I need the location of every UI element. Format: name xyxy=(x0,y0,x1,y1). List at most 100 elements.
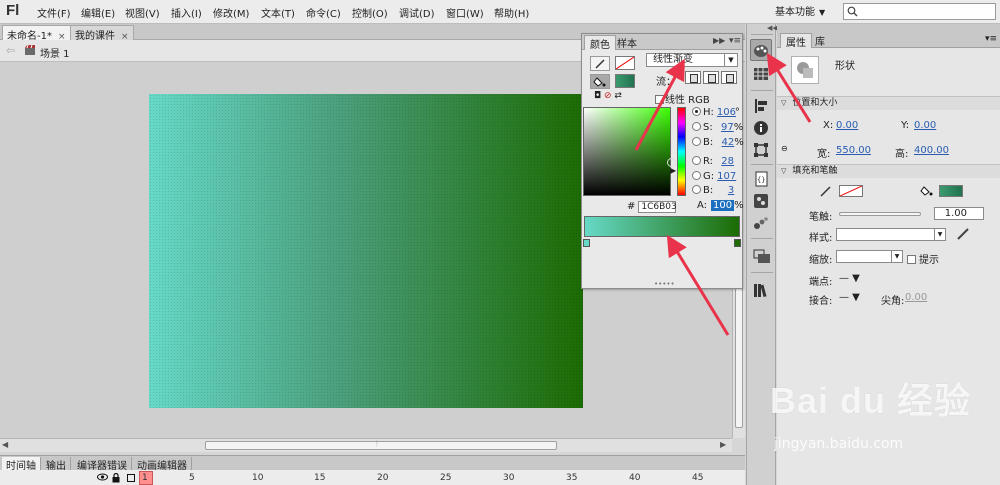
tab-output[interactable]: 输出 xyxy=(42,457,71,472)
playhead[interactable]: 1 xyxy=(139,471,153,485)
stroke-color-swatch[interactable] xyxy=(615,56,635,70)
link-dimensions-icon[interactable]: ⊖ xyxy=(781,144,788,153)
linear-rgb-checkbox[interactable]: 线性 RGB xyxy=(655,91,710,106)
library-panel-button[interactable] xyxy=(753,282,769,298)
tab-library[interactable]: 库 xyxy=(810,33,830,48)
stroke-color-tool[interactable] xyxy=(590,56,610,71)
black-white-icon[interactable]: ◘ xyxy=(594,91,601,101)
x-value[interactable]: 0.00 xyxy=(836,120,858,131)
fill-type-dropdown[interactable]: 线性渐变 ▼ xyxy=(646,53,738,67)
menu-file[interactable]: 文件(F) xyxy=(37,5,71,20)
workspace-switcher[interactable]: 基本功能 ▼ xyxy=(775,3,825,18)
motion-presets-button[interactable] xyxy=(753,215,769,231)
fill-color-tool[interactable] xyxy=(590,74,610,89)
timeline-ruler[interactable]: 1 5 10 15 20 25 30 35 40 45 xyxy=(0,470,745,485)
panel-menu-icon[interactable]: ▾≡ xyxy=(985,34,997,44)
flow-extend-button[interactable] xyxy=(685,71,701,84)
red-row[interactable]: R: 28 xyxy=(692,156,734,167)
panel-menu-icon[interactable]: ▾≡ xyxy=(729,36,741,46)
tab-properties[interactable]: 属性 xyxy=(780,33,812,49)
swatches-panel-button[interactable] xyxy=(753,66,769,82)
alpha-value[interactable]: 100 xyxy=(711,200,735,211)
height-value[interactable]: 400.00 xyxy=(914,145,949,156)
radio-icon[interactable] xyxy=(692,156,701,165)
menu-commands[interactable]: 命令(C) xyxy=(306,5,341,20)
horizontal-scroll-thumb[interactable]: ⦙ xyxy=(205,439,557,450)
collapse-icon[interactable]: ▶▶ xyxy=(713,36,725,45)
menu-text[interactable]: 文本(T) xyxy=(261,5,295,20)
menu-debug[interactable]: 调试(D) xyxy=(399,5,435,20)
menu-edit[interactable]: 编辑(E) xyxy=(81,5,115,20)
hue-slider-arrow-icon[interactable]: ▶ xyxy=(670,166,676,175)
scene-panel-button[interactable] xyxy=(753,248,770,264)
gradient-stop-right[interactable] xyxy=(734,239,741,247)
flow-repeat-button[interactable] xyxy=(721,71,737,84)
lock-icon[interactable] xyxy=(112,473,120,483)
hue-row[interactable]: H: 106° xyxy=(692,107,740,118)
menu-view[interactable]: 视图(V) xyxy=(125,5,160,20)
radio-icon[interactable] xyxy=(692,185,701,194)
edit-stroke-style-icon[interactable] xyxy=(956,227,970,241)
menu-insert[interactable]: 插入(I) xyxy=(171,5,202,20)
transform-panel-button[interactable] xyxy=(753,142,769,158)
scroll-right-icon[interactable]: ▶ xyxy=(720,440,726,449)
section-fill-stroke[interactable]: ▽ 填充和笔触 xyxy=(777,164,1000,178)
stroke-color-swatch[interactable] xyxy=(839,185,863,197)
help-search[interactable] xyxy=(843,3,996,20)
eye-icon[interactable] xyxy=(97,473,108,481)
tab-swatches[interactable]: 样本 xyxy=(612,35,642,50)
color-spectrum-picker[interactable] xyxy=(583,107,676,196)
saturation-value[interactable]: 97 xyxy=(716,122,734,133)
radio-icon[interactable] xyxy=(692,107,701,116)
no-color-icon[interactable]: ⊘ xyxy=(604,91,612,101)
gradient-stop-left[interactable] xyxy=(583,239,590,247)
menu-help[interactable]: 帮助(H) xyxy=(494,5,529,20)
horizontal-scrollbar[interactable]: ◀ ⦙ ▶ xyxy=(0,438,732,452)
back-arrow-icon[interactable]: ⇦ xyxy=(6,44,15,57)
radio-icon[interactable] xyxy=(692,171,701,180)
gradient-definition-bar[interactable] xyxy=(584,216,740,237)
tab-compiler-errors[interactable]: 编译器错误 xyxy=(73,457,132,472)
hint-checkbox[interactable]: 提示 xyxy=(907,251,939,266)
scene-label[interactable]: 场景 1 xyxy=(40,45,70,60)
menu-modify[interactable]: 修改(M) xyxy=(213,5,249,20)
hue-value[interactable]: 106 xyxy=(717,107,736,118)
resize-grip-icon[interactable]: ••••• xyxy=(654,280,675,288)
menu-window[interactable]: 窗口(W) xyxy=(446,5,484,20)
blue-value[interactable]: 3 xyxy=(716,185,734,196)
section-position-size[interactable]: ▽ 位置和大小 xyxy=(777,96,1000,110)
radio-icon[interactable] xyxy=(692,137,701,146)
components-panel-button[interactable] xyxy=(753,193,769,209)
brightness-row[interactable]: B: 42% xyxy=(692,137,744,148)
radio-icon[interactable] xyxy=(692,122,701,131)
brightness-value[interactable]: 42 xyxy=(716,137,735,148)
swap-colors-icon[interactable]: ⇄ xyxy=(614,91,622,101)
code-snippets-button[interactable]: {} xyxy=(753,171,769,187)
search-input[interactable] xyxy=(860,5,993,18)
outline-toggle-icon[interactable] xyxy=(127,474,135,482)
scale-dropdown[interactable]: ▼ xyxy=(836,250,903,263)
green-row[interactable]: G: 107 xyxy=(692,171,736,182)
green-value[interactable]: 107 xyxy=(717,171,736,182)
tab-timeline[interactable]: 时间轴 xyxy=(2,457,41,472)
stroke-width-slider[interactable] xyxy=(839,212,921,216)
hex-input[interactable]: 1C6B03 xyxy=(638,201,677,213)
fill-color-swatch[interactable] xyxy=(615,74,635,88)
fill-color-swatch[interactable] xyxy=(939,185,963,197)
menu-control[interactable]: 控制(O) xyxy=(352,5,388,20)
join-style-dropdown[interactable]: — ▼ xyxy=(839,292,860,303)
width-value[interactable]: 550.00 xyxy=(836,145,871,156)
red-value[interactable]: 28 xyxy=(716,156,734,167)
stroke-width-input[interactable]: 1.00 xyxy=(934,207,984,220)
miter-value[interactable]: 0.00 xyxy=(905,292,927,303)
scroll-left-icon[interactable]: ◀ xyxy=(2,440,8,449)
cap-style-dropdown[interactable]: — ▼ xyxy=(839,273,860,284)
vertical-scroll-thumb[interactable] xyxy=(735,288,743,428)
tab-motion-editor[interactable]: 动画编辑器 xyxy=(133,457,192,472)
blue-row[interactable]: B: 3 xyxy=(692,185,734,196)
stroke-style-dropdown[interactable]: ▼ xyxy=(836,228,946,241)
saturation-row[interactable]: S: 97% xyxy=(692,122,743,133)
doc-tab-untitled[interactable]: 未命名-1* × xyxy=(2,25,71,42)
align-panel-button[interactable] xyxy=(753,98,769,114)
gradient-rectangle-shape[interactable] xyxy=(149,94,583,408)
